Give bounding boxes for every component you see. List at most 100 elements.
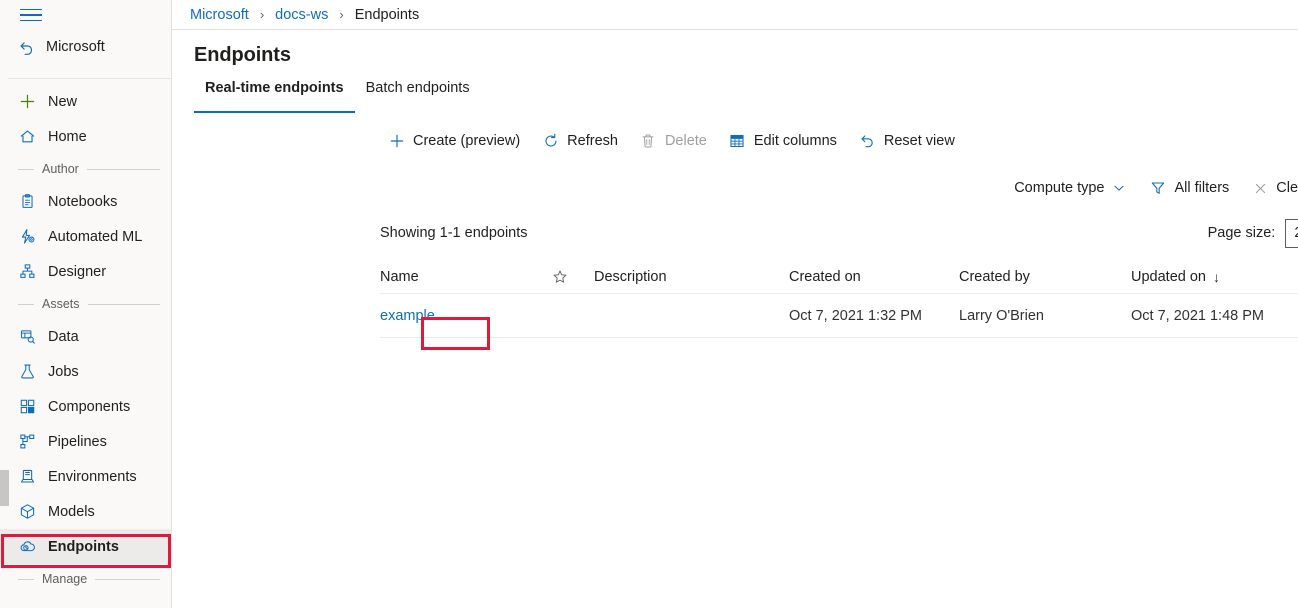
sidebar-item-label: New (48, 94, 77, 110)
reset-view-button[interactable]: Reset view (848, 125, 966, 157)
sidebar: Microsoft New Home Author (0, 0, 172, 608)
sidebar-item-label: Components (48, 399, 130, 415)
group-divider-left (18, 579, 34, 580)
main-content: Microsoft › docs-ws › Endpoints Endpoint… (172, 0, 1298, 608)
sidebar-item-data[interactable]: Data (0, 319, 172, 354)
undo-icon (859, 133, 876, 150)
list-info-bar: Showing 1-1 endpoints Page size: 25 (172, 218, 1298, 248)
tab-list: Real-time endpoints Batch endpoints (172, 80, 1298, 113)
create-preview-button[interactable]: Create (preview) (377, 125, 531, 157)
hamburger-menu-icon[interactable] (20, 6, 42, 24)
sidebar-back-microsoft[interactable]: Microsoft (12, 33, 105, 61)
sidebar-back-label: Microsoft (46, 39, 105, 55)
clear-all-filters-button[interactable]: Clear all (1241, 173, 1298, 203)
endpoints-table: Name Description Created on Created by U… (172, 260, 1298, 338)
breadcrumb-item-docs-ws[interactable]: docs-ws (275, 7, 328, 23)
toolbar-label: Refresh (567, 133, 618, 149)
toolbar-label: Reset view (884, 133, 955, 149)
filter-bar: Compute type All filters Clear all (172, 172, 1298, 204)
home-icon (18, 128, 36, 146)
designer-icon (18, 263, 36, 281)
sidebar-group-assets: Assets (0, 289, 172, 319)
sidebar-item-new[interactable]: New (0, 84, 172, 119)
sidebar-item-pipelines[interactable]: Pipelines (0, 424, 172, 459)
group-divider-right (88, 304, 160, 305)
components-icon (18, 398, 36, 416)
chevron-down-icon (1112, 181, 1126, 195)
plus-icon (388, 133, 405, 150)
sidebar-item-label: Home (48, 129, 87, 145)
cell-name: example (380, 308, 552, 324)
sidebar-item-models[interactable]: Models (0, 494, 172, 529)
toolbar-label: Delete (665, 133, 707, 149)
filter-label: All filters (1174, 180, 1229, 196)
notebook-icon (18, 193, 36, 211)
column-header-created-on[interactable]: Created on (789, 269, 959, 285)
column-header-updated-on[interactable]: Updated on ↓ (1131, 269, 1298, 285)
group-divider-left (18, 169, 34, 170)
sidebar-item-home[interactable]: Home (0, 119, 172, 154)
group-divider-left (18, 304, 34, 305)
edit-columns-button[interactable]: Edit columns (718, 125, 848, 157)
column-header-name[interactable]: Name (380, 269, 552, 285)
star-icon (552, 269, 568, 285)
app-root: Microsoft New Home Author (0, 0, 1298, 608)
sidebar-item-label: Pipelines (48, 434, 107, 450)
sidebar-item-components[interactable]: Components (0, 389, 172, 424)
sort-descending-icon: ↓ (1213, 269, 1220, 285)
table-row[interactable]: example Oct 7, 2021 1:32 PM Larry O'Brie… (380, 294, 1298, 338)
jobs-flask-icon (18, 363, 36, 381)
sidebar-item-label: Notebooks (48, 194, 117, 210)
page-size-value: 25 (1294, 225, 1298, 241)
sidebar-item-label: Models (48, 504, 95, 520)
automated-ml-icon (18, 228, 36, 246)
column-header-favorite[interactable] (552, 269, 594, 285)
sidebar-group-label: Manage (42, 572, 87, 586)
refresh-button[interactable]: Refresh (531, 125, 629, 157)
tab-real-time-endpoints[interactable]: Real-time endpoints (194, 80, 355, 113)
showing-count-label: Showing 1-1 endpoints (380, 225, 528, 241)
sidebar-top-divider (8, 78, 172, 79)
compute-type-filter[interactable]: Compute type (1002, 173, 1138, 203)
sidebar-item-label: Environments (48, 469, 137, 485)
group-divider-right (87, 169, 160, 170)
cell-updated-on: Oct 7, 2021 1:48 PM (1131, 308, 1298, 324)
cell-created-by: Larry O'Brien (959, 308, 1131, 324)
pipelines-icon (18, 433, 36, 451)
sidebar-group-label: Author (42, 162, 79, 176)
toolbar-label: Edit columns (754, 133, 837, 149)
plus-icon (18, 93, 36, 111)
breadcrumb-item-endpoints: Endpoints (355, 7, 420, 23)
endpoints-cloud-icon (18, 538, 36, 556)
endpoint-link-example[interactable]: example (380, 308, 435, 324)
sidebar-item-jobs[interactable]: Jobs (0, 354, 172, 389)
sidebar-nav: New Home Author Notebooks (0, 84, 172, 594)
column-header-description[interactable]: Description (594, 269, 789, 285)
environments-icon (18, 468, 36, 486)
trash-icon (640, 133, 657, 150)
sidebar-item-notebooks[interactable]: Notebooks (0, 184, 172, 219)
breadcrumb: Microsoft › docs-ws › Endpoints (172, 0, 1298, 29)
breadcrumb-separator: › (339, 7, 343, 22)
table-columns-icon (729, 133, 746, 150)
back-arrow-icon (16, 37, 36, 57)
refresh-icon (542, 133, 559, 150)
sidebar-item-designer[interactable]: Designer (0, 254, 172, 289)
sidebar-item-automated-ml[interactable]: Automated ML (0, 219, 172, 254)
sidebar-group-author: Author (0, 154, 172, 184)
filter-label: Clear all (1276, 180, 1298, 196)
filter-label: Compute type (1014, 180, 1104, 196)
page-size-control: Page size: 25 (1208, 219, 1298, 248)
all-filters-button[interactable]: All filters (1138, 173, 1241, 203)
sidebar-item-environments[interactable]: Environments (0, 459, 172, 494)
page-size-select[interactable]: 25 (1285, 219, 1298, 248)
tab-label: Batch endpoints (366, 80, 470, 96)
tab-label: Real-time endpoints (205, 80, 344, 96)
sidebar-item-endpoints[interactable]: Endpoints (0, 529, 172, 564)
breadcrumb-item-microsoft[interactable]: Microsoft (190, 7, 249, 23)
column-header-created-by[interactable]: Created by (959, 269, 1131, 285)
tab-batch-endpoints[interactable]: Batch endpoints (355, 80, 481, 113)
sidebar-group-manage: Manage (0, 564, 172, 594)
page-size-label: Page size: (1208, 225, 1276, 241)
column-header-updated-on-label: Updated on (1131, 269, 1206, 285)
